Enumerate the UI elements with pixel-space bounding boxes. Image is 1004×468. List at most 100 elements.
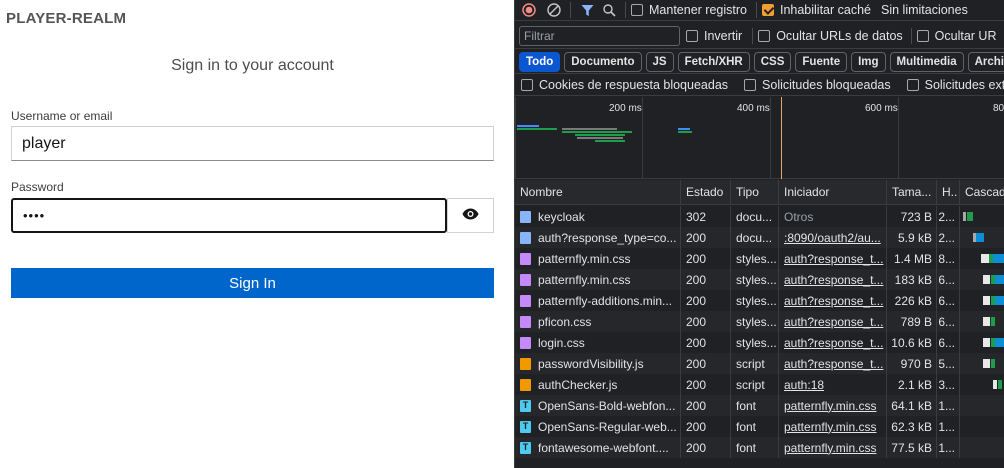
eye-icon xyxy=(462,208,479,223)
cell-status: 302 xyxy=(686,209,707,224)
cell-initiator[interactable]: auth?response_t... xyxy=(784,273,883,287)
cell-initiator[interactable]: patternfly.min.css xyxy=(784,441,876,455)
cell-initiator[interactable]: patternfly.min.css xyxy=(784,420,876,434)
cell-type: styles... xyxy=(736,293,777,308)
cell-time: 2... xyxy=(938,209,955,224)
filter-icon[interactable] xyxy=(576,0,598,20)
type-filter-chip[interactable]: Documento xyxy=(564,51,642,72)
cell-type: font xyxy=(736,419,757,434)
type-filter-chip[interactable]: Multimedia xyxy=(889,51,964,72)
username-input[interactable]: player xyxy=(11,126,494,161)
cell-type: docu... xyxy=(736,230,773,245)
sign-in-button[interactable]: Sign In xyxy=(11,268,494,298)
disable-cache-checkbox[interactable] xyxy=(761,4,774,16)
cell-initiator[interactable]: auth?response_t... xyxy=(784,336,883,350)
cell-time: 6... xyxy=(938,272,955,287)
col-waterfall[interactable]: Cascada xyxy=(959,180,1004,204)
request-row[interactable]: keycloak 302 docu... Otros 723 B 2... xyxy=(515,206,1004,227)
request-row[interactable]: pficon.css 200 styles... auth?response_t...… xyxy=(515,311,1004,332)
request-row[interactable]: login.css 200 styles... auth?response_t... 1… xyxy=(515,332,1004,353)
cell-initiator[interactable]: auth?response_t... xyxy=(784,315,883,329)
waterfall-bar xyxy=(976,233,984,242)
blocked-requests-checkbox[interactable] xyxy=(744,79,757,91)
request-row[interactable]: Tfontawesome-webfont.... 200 font patternfl… xyxy=(515,437,1004,458)
col-time[interactable]: H.. xyxy=(936,180,959,204)
filter-input[interactable]: Filtrar xyxy=(519,25,680,46)
waterfall-bar xyxy=(983,317,990,326)
blocked-cookies-label: Cookies de respuesta bloqueadas xyxy=(539,78,729,92)
waterfall-bar xyxy=(983,296,990,305)
cell-name: fontawesome-webfont.... xyxy=(538,440,669,455)
waterfall-bar xyxy=(983,338,990,347)
cell-time: 5... xyxy=(938,356,955,371)
request-row[interactable]: authChecker.js 200 script auth:18 2.1 kB 3... xyxy=(515,374,1004,395)
type-filter-chip[interactable]: JS xyxy=(645,51,674,72)
font-file-icon: T xyxy=(520,399,531,412)
request-row[interactable]: patternfly.min.css 200 styles... auth?respo… xyxy=(515,248,1004,269)
devtools-network-panel: Mantener registro Inhabilitar caché Sin … xyxy=(514,0,1004,468)
col-type[interactable]: Tipo xyxy=(730,180,778,204)
waterfall-bar xyxy=(981,254,989,263)
css-file-icon xyxy=(520,252,531,265)
third-party-label: Solicitudes externa xyxy=(924,78,1004,92)
requests-table: keycloak 302 docu... Otros 723 B 2... auth?res… xyxy=(515,206,1004,468)
cell-type: styles... xyxy=(736,251,777,266)
col-initiator[interactable]: Iniciador xyxy=(778,180,886,204)
doc-file-icon xyxy=(520,231,531,244)
type-filter-chip[interactable]: Archivo de ma xyxy=(967,51,1004,72)
cell-size: 226 kB xyxy=(894,293,932,308)
type-filter-chip[interactable]: CSS xyxy=(753,51,792,72)
waterfall-bar xyxy=(963,212,966,221)
cell-type: font xyxy=(736,440,757,455)
cell-initiator[interactable]: auth:18 xyxy=(784,378,824,392)
password-input[interactable]: •••• xyxy=(11,198,447,233)
type-filter-chip[interactable]: Todo xyxy=(519,51,561,72)
search-icon[interactable] xyxy=(598,0,620,20)
request-row[interactable]: patternfly.min.css 200 styles... auth?respo… xyxy=(515,269,1004,290)
waterfall-cell xyxy=(959,416,1004,437)
cell-initiator[interactable]: auth?response_t... xyxy=(784,252,883,266)
cell-initiator[interactable]: patternfly.min.css xyxy=(784,399,876,413)
cell-status: 200 xyxy=(686,356,707,371)
hide-data-urls-checkbox[interactable] xyxy=(758,29,771,42)
css-file-icon xyxy=(520,294,531,307)
waterfall-bar xyxy=(983,275,990,284)
blocked-cookies-checkbox[interactable] xyxy=(521,79,533,91)
type-filter-chip[interactable]: Fuente xyxy=(795,51,848,72)
blocked-filter-row: Cookies de respuesta bloqueadas Solicitu… xyxy=(515,75,1004,96)
cell-initiator[interactable]: auth?response_t... xyxy=(784,294,883,308)
type-filter-chip[interactable]: Fetch/XHR xyxy=(677,51,750,72)
cell-type: styles... xyxy=(736,272,777,287)
preserve-log-checkbox[interactable] xyxy=(631,4,643,16)
request-row[interactable]: passwordVisibility.js 200 script auth?respo… xyxy=(515,353,1004,374)
invert-checkbox[interactable] xyxy=(686,29,698,42)
timeline-overview[interactable]: 200 ms 400 ms 600 ms 80 xyxy=(515,97,1004,179)
waterfall-bar xyxy=(995,338,1004,347)
request-row[interactable]: T OpenSans-Bold-webfon... 200 font patternfl… xyxy=(515,395,1004,416)
realm-title: PLAYER-REALM xyxy=(6,10,127,27)
css-file-icon xyxy=(520,273,531,286)
col-size[interactable]: Tama... xyxy=(886,180,936,204)
font-file-icon: T xyxy=(520,441,531,454)
col-status[interactable]: Estado xyxy=(680,180,730,204)
clear-icon[interactable] xyxy=(543,0,565,20)
cell-initiator[interactable]: auth?response_t... xyxy=(784,357,883,371)
show-password-button[interactable] xyxy=(447,198,494,233)
throttling-select[interactable]: Sin limitaciones xyxy=(881,3,968,17)
hide-extension-urls-checkbox[interactable] xyxy=(916,29,929,42)
cell-size: 183 kB xyxy=(894,272,932,287)
col-name[interactable]: Nombre xyxy=(515,180,680,204)
cell-name: authChecker.js xyxy=(538,377,618,392)
cell-status: 200 xyxy=(686,419,707,434)
request-row[interactable]: patternfly-additions.min... 200 styles... a… xyxy=(515,290,1004,311)
request-row[interactable]: T OpenSans-Regular-web... 200 font patternfl… xyxy=(515,416,1004,437)
tick-label: 600 ms xyxy=(865,103,898,114)
cell-initiator[interactable]: :8090/oauth2/au... xyxy=(784,231,881,245)
cell-time: 1... xyxy=(938,398,955,413)
type-filter-chip[interactable]: Img xyxy=(851,51,886,72)
cell-initiator[interactable]: Otros xyxy=(784,210,813,224)
third-party-checkbox[interactable] xyxy=(906,79,919,91)
record-icon[interactable] xyxy=(518,0,540,20)
waterfall-bar xyxy=(967,212,973,221)
request-row[interactable]: auth?response_type=co... 200 docu...:8090/… xyxy=(515,227,1004,248)
